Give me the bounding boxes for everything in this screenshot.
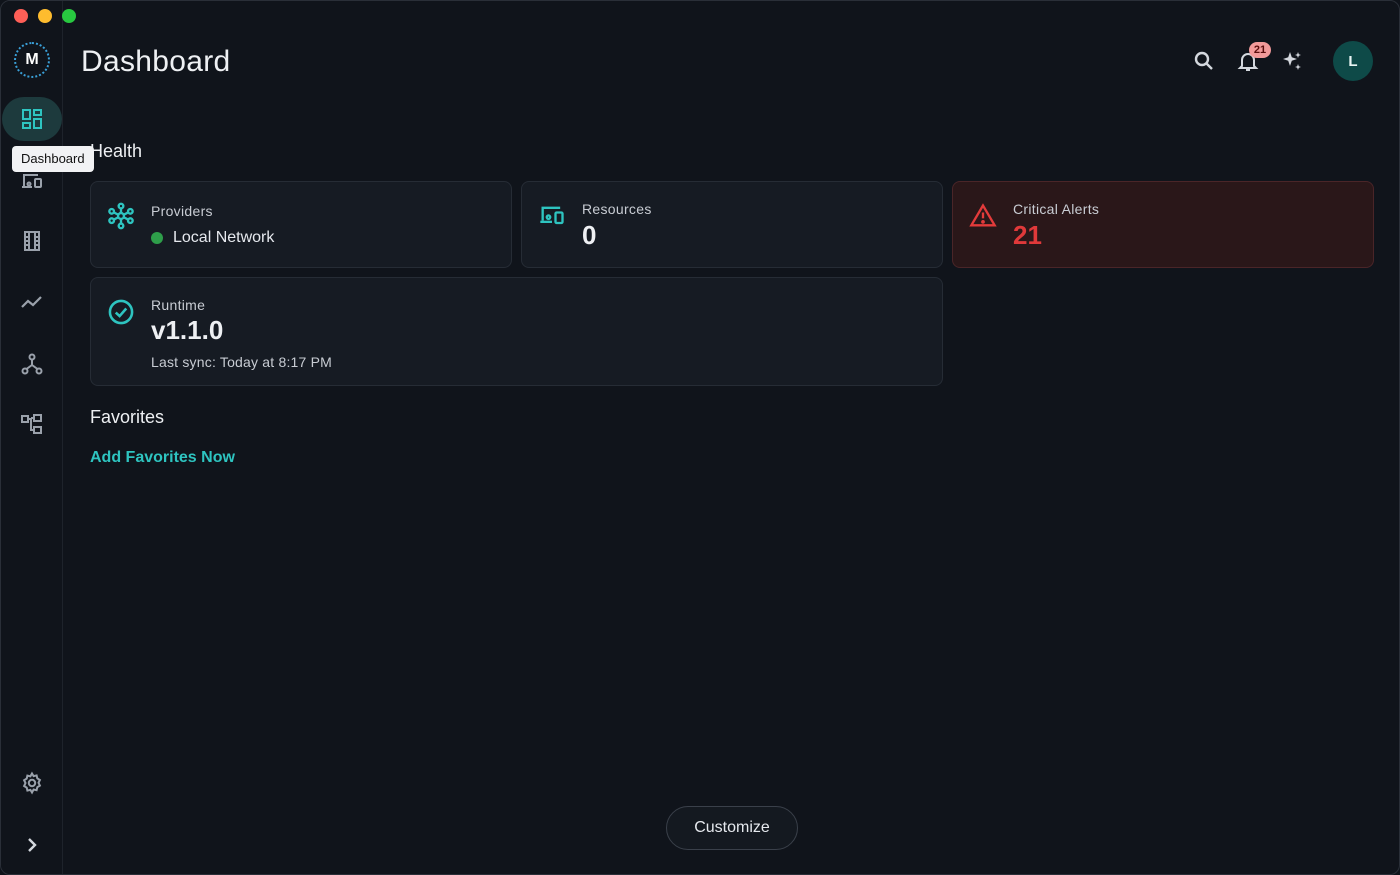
- sidebar-expand[interactable]: [1, 823, 63, 867]
- resources-card[interactable]: Resources 0: [521, 181, 943, 268]
- sidebar-item-catalog[interactable]: [1, 219, 63, 263]
- logo-letter: M: [25, 51, 39, 68]
- dashboard-icon: [22, 109, 42, 129]
- status-dot: [151, 231, 163, 244]
- header-actions: 21 L: [1175, 41, 1373, 81]
- check-circle-icon: [108, 299, 134, 325]
- critical-alerts-card[interactable]: Critical Alerts 21: [952, 181, 1374, 268]
- close-window-button[interactable]: [14, 9, 28, 23]
- notification-badge: 21: [1249, 42, 1271, 58]
- trend-line-icon: [21, 296, 42, 308]
- ai-assistant-button[interactable]: [1277, 46, 1307, 76]
- sparkle-icon: [1283, 52, 1301, 70]
- search-icon: [1194, 51, 1213, 70]
- sidebar-settings[interactable]: [1, 761, 63, 805]
- sidebar-item-workflows[interactable]: [1, 402, 63, 446]
- chevron-right-icon: [28, 838, 37, 852]
- sidebar-tooltip: Dashboard: [12, 146, 94, 172]
- film-strip-icon: [24, 231, 40, 251]
- critical-alerts-label: Critical Alerts: [1013, 201, 1100, 217]
- page-title: Dashboard: [81, 45, 231, 78]
- resources-value: 0: [582, 220, 597, 250]
- add-favorites-link[interactable]: Add Favorites Now: [90, 449, 235, 467]
- devices-icon: [540, 206, 564, 225]
- providers-label: Providers: [151, 203, 213, 219]
- sidebar-item-topology[interactable]: [1, 342, 63, 386]
- avatar-initial: L: [1348, 52, 1358, 70]
- notifications-button[interactable]: 21: [1233, 42, 1271, 76]
- sidebar-item-dashboard[interactable]: [1, 97, 63, 141]
- sidebar: M Dashboard: [1, 1, 94, 874]
- runtime-card[interactable]: Runtime v1.1.0 Last sync: Today at 8:17 …: [90, 277, 943, 386]
- runtime-label: Runtime: [151, 297, 206, 313]
- app-window: M Dashboard Dashboard 21 L Health Provid…: [0, 0, 1400, 875]
- hierarchy-icon: [21, 414, 42, 434]
- avatar[interactable]: L: [1333, 41, 1373, 81]
- gear-icon: [22, 771, 42, 795]
- maximize-window-button[interactable]: [62, 9, 76, 23]
- window-controls: [14, 9, 76, 23]
- favorites-section-title: Favorites: [90, 407, 165, 427]
- customize-button[interactable]: Customize: [666, 806, 798, 850]
- search-button[interactable]: [1189, 46, 1219, 76]
- providers-icon: [108, 202, 134, 230]
- resources-label: Resources: [582, 201, 652, 217]
- network-tree-icon: [21, 353, 43, 375]
- providers-card[interactable]: Providers Local Network: [90, 181, 512, 268]
- critical-alerts-value: 21: [1013, 220, 1042, 250]
- sidebar-item-metrics[interactable]: [1, 280, 63, 324]
- minimize-window-button[interactable]: [38, 9, 52, 23]
- runtime-version: v1.1.0: [151, 315, 224, 345]
- last-sync-text: Last sync: Today at 8:17 PM: [151, 354, 333, 370]
- app-logo[interactable]: M: [14, 42, 50, 78]
- providers-status: Local Network: [151, 229, 274, 247]
- health-section-title: Health: [90, 141, 143, 161]
- providers-value: Local Network: [173, 229, 275, 246]
- devices-icon: [22, 174, 42, 188]
- warning-triangle-icon: [969, 203, 997, 227]
